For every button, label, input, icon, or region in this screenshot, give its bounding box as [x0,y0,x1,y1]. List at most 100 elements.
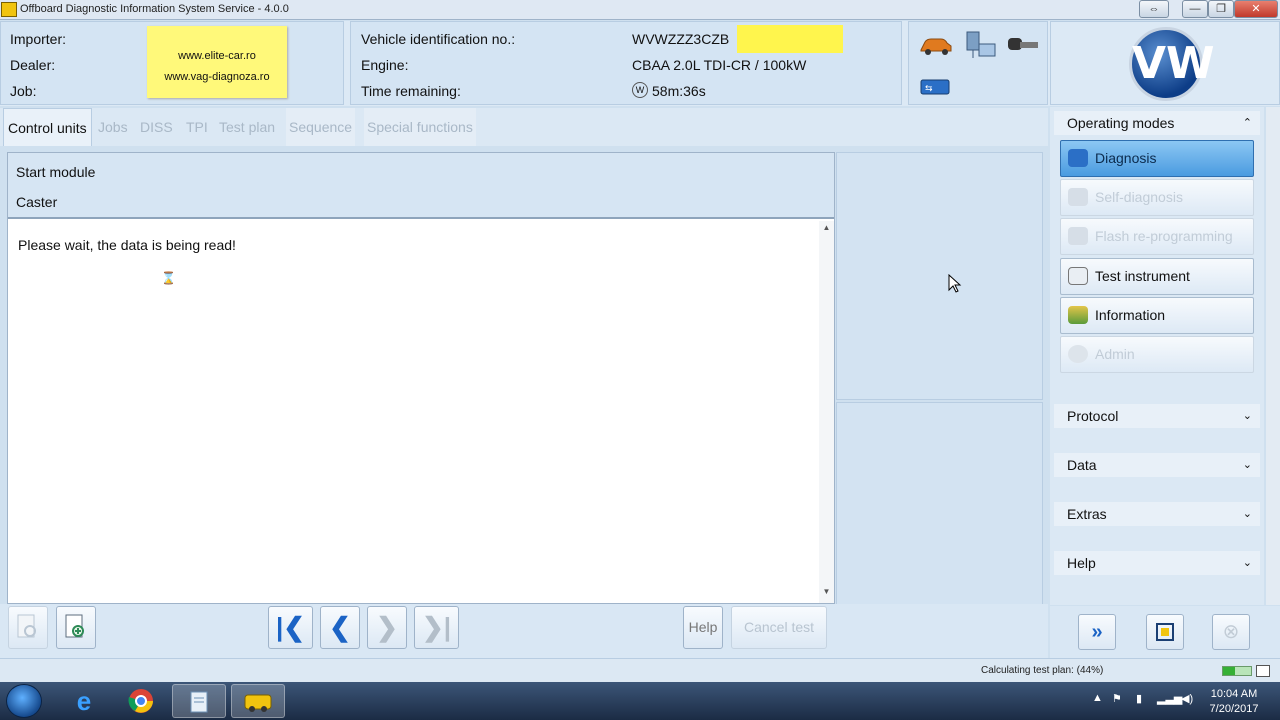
tab-diss[interactable]: DISS [137,108,176,146]
connection-icons-box: ⇆ [908,21,1048,105]
internet-explorer-icon[interactable]: e [57,684,111,718]
clock-date: 7/20/2017 [1209,703,1259,715]
time-remaining-label: Time remaining: [361,83,461,99]
progress-bar [1222,666,1252,676]
importer-box: Importer: Dealer: Job: www.elite-car.ro … [0,21,344,105]
mode-information-button[interactable]: Information [1060,297,1254,334]
maximize-button[interactable]: ❐ [1208,0,1234,18]
mode-flash-button[interactable]: Flash re-programming [1060,218,1254,255]
importer-label: Importer: [10,31,67,47]
module-title: Start module [16,164,96,180]
next-button[interactable]: ❯ [367,606,407,649]
chrome-icon[interactable] [114,684,168,718]
forward-double-icon[interactable]: » [1078,614,1116,650]
mode-diagnosis-label: Diagnosis [1095,150,1157,166]
sticky-note-line-1: www.elite-car.ro [178,50,256,62]
tab-control-units[interactable]: Control units [3,108,92,146]
dealer-label: Dealer: [10,57,56,73]
help-section-header[interactable]: Help ⌄ [1054,551,1260,575]
sticky-note: www.elite-car.ro www.vag-diagnoza.ro [147,26,287,98]
gear-icon [1068,345,1088,363]
usb-icon[interactable]: ⇆ [919,76,953,98]
notepad-icon[interactable] [172,684,226,718]
stethoscope-icon [1068,149,1088,167]
tab-bar: Control units Jobs DISS TPI Test plan Se… [0,108,1048,146]
expand-icon: ⌄ [1242,410,1252,422]
window-title: Offboard Diagnostic Information System S… [20,3,289,15]
tab-jobs[interactable]: Jobs [95,108,131,146]
content-scrollbar[interactable]: ▲ ▼ [819,221,834,603]
mouse-cursor-icon [948,274,962,293]
extras-label: Extras [1067,506,1107,522]
app-car-icon [1,2,17,17]
main-panel: Start module Caster Please wait, the dat… [7,152,835,604]
gauge-icon [1068,267,1088,285]
resize-grip-icon[interactable] [1256,665,1270,677]
previous-button[interactable]: ❮ [320,606,360,649]
car-icon[interactable] [919,34,953,56]
status-bar: Calculating test plan: (44%) [0,658,1280,682]
vehicle-info-box: Vehicle identification no.: WVWZZZ3CZB E… [350,21,902,105]
engine-label: Engine: [361,57,409,73]
title-bar: Offboard Diagnostic Information System S… [0,0,1280,20]
car-flash-icon [1068,227,1088,245]
mode-self-diagnosis-button[interactable]: Self-diagnosis [1060,179,1254,216]
zoom-in-button[interactable] [56,606,96,649]
mode-diagnosis-button[interactable]: Diagnosis [1060,140,1254,177]
zoom-out-button[interactable] [8,606,48,649]
start-button[interactable] [6,684,42,718]
mode-test-instrument-button[interactable]: Test instrument [1060,258,1254,295]
vin-redaction [737,25,843,53]
last-page-button[interactable]: ❯| [414,606,459,649]
tab-test-plan[interactable]: Test plan [216,108,278,146]
protocol-section-header[interactable]: Protocol ⌄ [1054,404,1260,428]
vehicle-header: Importer: Dealer: Job: www.elite-car.ro … [0,21,1280,106]
key-icon[interactable] [1006,34,1040,58]
expand-icon: ⌄ [1242,557,1252,569]
windows-taskbar: e ▲ ⚑ ▮ ▂▃▅ ◀) 10:04 AM 7/20/2017 [0,682,1280,720]
mode-test-instrument-label: Test instrument [1095,268,1190,284]
collapse-icon: ⌃ [1242,117,1252,129]
sidebar-scrollbar[interactable] [1266,107,1280,605]
sticky-note-line-2: www.vag-diagnoza.ro [164,71,270,83]
time-remaining-value: 58m:36s [652,83,706,99]
vin-value: WVWZZZ3CZB [632,31,730,47]
tab-tpi[interactable]: TPI [183,108,211,146]
network-icon[interactable] [963,30,997,62]
close-circle-icon[interactable]: ⊗ [1212,614,1250,650]
fit-window-icon[interactable] [1146,614,1184,650]
first-page-button[interactable]: |❮ [268,606,313,649]
expand-icon: ⌄ [1242,508,1252,520]
tab-special-functions[interactable]: Special functions [364,108,476,146]
minimize-button[interactable]: — [1182,0,1208,18]
data-label: Data [1067,457,1097,473]
cancel-test-button[interactable]: Cancel test [731,606,827,649]
books-icon [1068,306,1088,324]
progress-fill [1223,667,1236,675]
sidebar-bottom-bar: » ⊗ [1050,606,1280,658]
odis-app-icon[interactable] [231,684,285,718]
volume-icon[interactable]: ◀) [1181,692,1193,705]
info-panel-top [836,152,1043,400]
tab-sequence[interactable]: Sequence [286,108,356,146]
data-section-header[interactable]: Data ⌄ [1054,453,1260,477]
help-button[interactable]: Help [683,606,723,649]
scroll-down-icon[interactable]: ▼ [819,587,834,601]
window-swap-button[interactable]: ⇔ [1139,0,1169,18]
battery-icon[interactable]: ▮ [1136,692,1142,705]
status-text: Calculating test plan: (44%) [981,665,1104,676]
extras-section-header[interactable]: Extras ⌄ [1054,502,1260,526]
engine-value: CBAA 2.0L TDI-CR / 100kW [632,57,807,73]
mode-admin-button[interactable]: Admin [1060,336,1254,373]
show-hidden-icons[interactable]: ▲ [1092,692,1103,704]
scroll-up-icon[interactable]: ▲ [819,223,834,237]
mode-information-label: Information [1095,307,1166,323]
operating-modes-header[interactable]: Operating modes ⌃ [1054,111,1260,135]
system-clock[interactable]: 10:04 AM 7/20/2017 [1204,687,1264,717]
vw-small-icon: W [632,82,648,98]
svg-text:⇆: ⇆ [925,84,933,94]
clock-time: 10:04 AM [1210,688,1258,700]
close-button[interactable]: ✕ [1234,0,1278,18]
signal-icon[interactable]: ▂▃▅ [1157,692,1182,705]
action-center-flag-icon[interactable]: ⚑ [1112,692,1122,705]
